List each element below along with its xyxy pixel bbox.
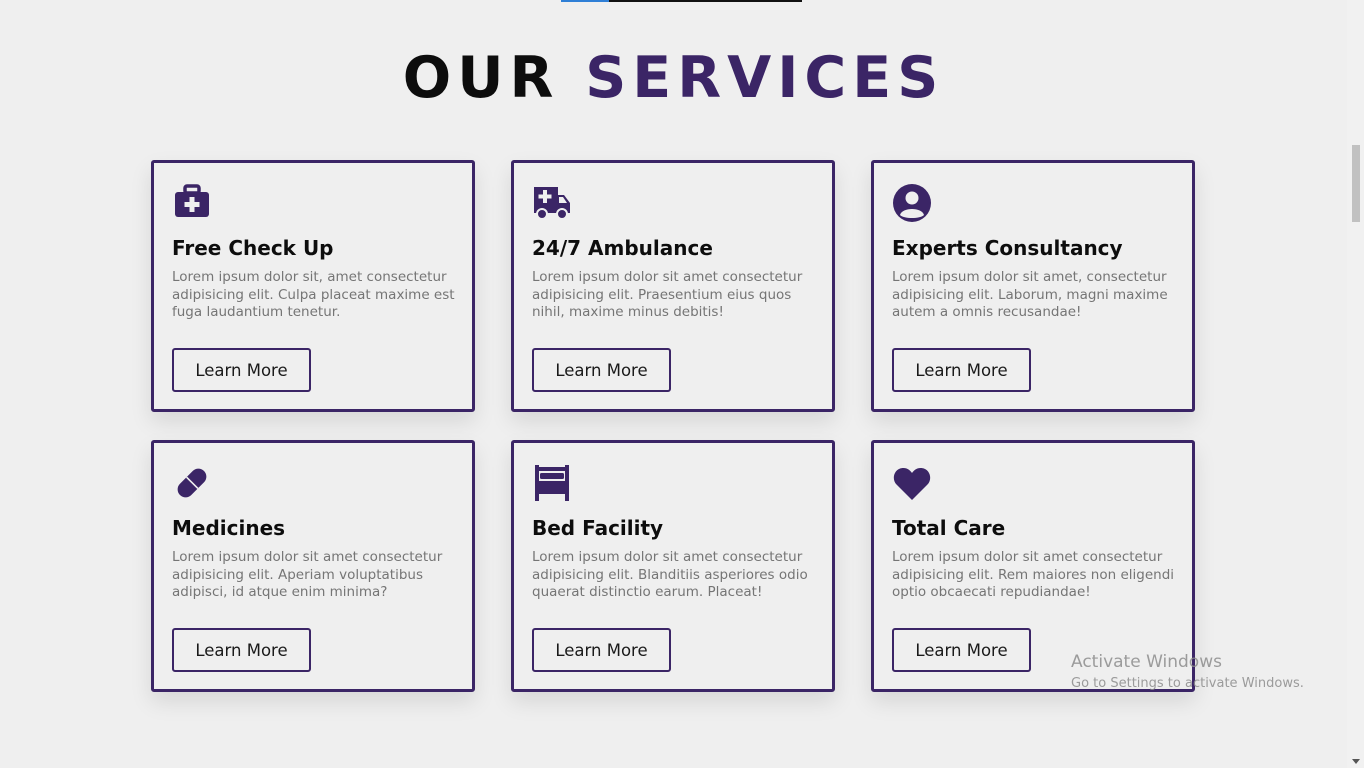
service-title: Total Care (892, 516, 1006, 540)
top-divider-accent (561, 0, 609, 2)
service-card-ambulance: 24/7 Ambulance Lorem ipsum dolor sit ame… (511, 160, 835, 412)
service-description: Lorem ipsum dolor sit amet, consectetur … (892, 269, 1168, 320)
windows-activation-watermark: Activate Windows Go to Settings to activ… (1071, 651, 1304, 693)
services-grid: Free Check Up Lorem ipsum dolor sit, ame… (151, 160, 1195, 692)
top-divider-line (561, 0, 802, 2)
service-card-bed-facility: Bed Facility Lorem ipsum dolor sit amet … (511, 440, 835, 692)
service-description: Lorem ipsum dolor sit amet consectetur a… (532, 549, 808, 600)
pill-icon (172, 463, 214, 503)
scroll-down-arrow-icon[interactable] (1352, 759, 1360, 764)
service-description: Lorem ipsum dolor sit amet consectetur a… (172, 549, 443, 600)
service-title: Free Check Up (172, 236, 334, 260)
medkit-icon (172, 183, 214, 223)
service-description: Lorem ipsum dolor sit amet consectetur a… (892, 549, 1175, 600)
learn-more-button[interactable]: Learn More (892, 348, 1031, 392)
bed-icon (532, 463, 574, 503)
service-title: Medicines (172, 516, 286, 540)
service-title: Bed Facility (532, 516, 664, 540)
vertical-scrollbar[interactable] (1347, 0, 1364, 768)
heading-part2: SERVICES (585, 45, 945, 111)
learn-more-button[interactable]: Learn More (532, 348, 671, 392)
section-heading: OUR SERVICES (0, 40, 1347, 116)
watermark-subtitle: Go to Settings to activate Windows. (1071, 676, 1304, 691)
service-card-free-check-up: Free Check Up Lorem ipsum dolor sit, ame… (151, 160, 475, 412)
learn-more-button[interactable]: Learn More (892, 628, 1031, 672)
user-circle-icon (892, 183, 934, 223)
service-title: 24/7 Ambulance (532, 236, 713, 260)
heading-part1: OUR (402, 45, 560, 111)
learn-more-button[interactable]: Learn More (172, 628, 311, 672)
service-card-experts-consultancy: Experts Consultancy Lorem ipsum dolor si… (871, 160, 1195, 412)
learn-more-button[interactable]: Learn More (532, 628, 671, 672)
service-title: Experts Consultancy (892, 236, 1123, 260)
service-description: Lorem ipsum dolor sit, amet consectetur … (172, 269, 455, 320)
service-description: Lorem ipsum dolor sit amet consectetur a… (532, 269, 803, 320)
ambulance-icon (532, 183, 574, 223)
learn-more-button[interactable]: Learn More (172, 348, 311, 392)
scrollbar-thumb[interactable] (1352, 145, 1360, 222)
heart-icon (892, 463, 934, 503)
watermark-title: Activate Windows (1071, 652, 1222, 672)
service-card-medicines: Medicines Lorem ipsum dolor sit amet con… (151, 440, 475, 692)
